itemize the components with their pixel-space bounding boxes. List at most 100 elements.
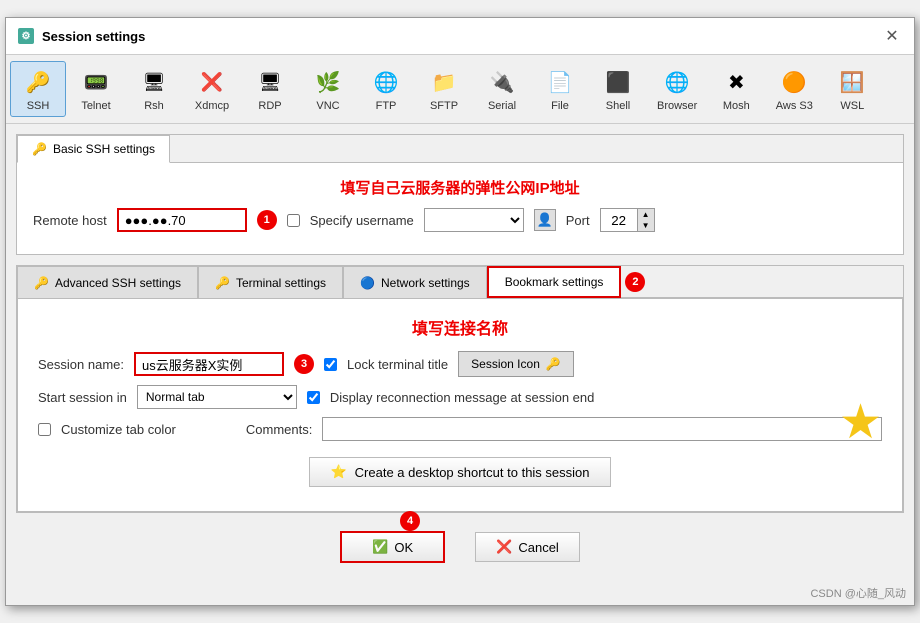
port-increment[interactable]: ▲ (638, 209, 654, 220)
sftp-label: SFTP (430, 100, 458, 112)
shell-icon: ⬛ (602, 66, 634, 98)
content-area: 🔑 Basic SSH settings 填写自己云服务器的弹性公网IP地址 R… (6, 124, 914, 581)
vnc-icon: 🌿 (312, 66, 344, 98)
toolbar-file[interactable]: 📄 File (532, 61, 588, 117)
annotation-ip: 填写自己云服务器的弹性公网IP地址 (33, 177, 887, 198)
advanced-settings-box: 🔑 Advanced SSH settings 🔑 Terminal setti… (16, 265, 904, 513)
xdmcp-label: Xdmcp (195, 100, 229, 112)
toolbar-ssh[interactable]: 🔑 SSH (10, 61, 66, 117)
advanced-ssh-tab-icon: 🔑 (34, 276, 49, 290)
cancel-label: Cancel (518, 540, 558, 555)
toolbar-ftp[interactable]: 🌐 FTP (358, 61, 414, 117)
toolbar-mosh[interactable]: ✖ Mosh (708, 61, 764, 117)
session-settings-dialog: ⚙ Session settings ✕ 🔑 SSH 📟 Telnet 🖥 Rs… (5, 17, 915, 606)
wsl-label: WSL (840, 100, 864, 112)
port-input[interactable] (600, 208, 638, 232)
customize-tab-color-checkbox[interactable] (38, 423, 51, 436)
watermark-text: CSDN @心随_风动 (810, 588, 906, 600)
specify-username-checkbox[interactable] (287, 214, 300, 227)
ok-button[interactable]: ✅ OK (340, 531, 445, 563)
rsh-label: Rsh (144, 100, 164, 112)
ok-icon: ✅ (372, 539, 388, 555)
remote-host-input[interactable] (117, 208, 247, 232)
toolbar-serial[interactable]: 🔌 Serial (474, 61, 530, 117)
shortcut-star-icon: ⭐ (330, 464, 346, 480)
tab-terminal[interactable]: 🔑 Terminal settings (198, 266, 343, 298)
display-reconnection-label: Display reconnection message at session … (330, 390, 594, 405)
badge-1: 1 (257, 210, 277, 230)
file-icon: 📄 (544, 66, 576, 98)
port-decrement[interactable]: ▼ (638, 220, 654, 231)
basic-ssh-tab-label: Basic SSH settings (53, 142, 155, 156)
toolbar: 🔑 SSH 📟 Telnet 🖥 Rsh ❌ Xdmcp 🖥 RDP 🌿 VNC… (6, 55, 914, 124)
ftp-icon: 🌐 (370, 66, 402, 98)
toolbar-aws-s3[interactable]: 🟠 Aws S3 (766, 61, 822, 117)
tab-network[interactable]: 🔵 Network settings (343, 266, 487, 298)
cancel-icon: ❌ (496, 539, 512, 555)
browser-label: Browser (657, 100, 697, 112)
vnc-label: VNC (316, 100, 339, 112)
start-session-row: Start session in Normal tab New window M… (38, 385, 882, 409)
toolbar-xdmcp[interactable]: ❌ Xdmcp (184, 61, 240, 117)
badge-2: 2 (625, 272, 645, 292)
toolbar-browser[interactable]: 🌐 Browser (648, 61, 706, 117)
ssh-label: SSH (27, 100, 50, 112)
tab-advanced-ssh[interactable]: 🔑 Advanced SSH settings (17, 266, 198, 298)
session-name-row: Session name: 3 Lock terminal title Sess… (38, 351, 882, 377)
annotation-name: 填写连接名称 (38, 315, 882, 339)
shell-label: Shell (606, 100, 630, 112)
display-reconnection-checkbox[interactable] (307, 391, 320, 404)
close-button[interactable]: ✕ (882, 26, 902, 46)
toolbar-shell[interactable]: ⬛ Shell (590, 61, 646, 117)
port-spinner-arrows: ▲ ▼ (638, 208, 655, 232)
sftp-icon: 📁 (428, 66, 460, 98)
basic-ssh-box: 🔑 Basic SSH settings 填写自己云服务器的弹性公网IP地址 R… (16, 134, 904, 255)
toolbar-rsh[interactable]: 🖥 Rsh (126, 61, 182, 117)
customize-tab-color-label: Customize tab color (61, 422, 176, 437)
tab-basic-ssh[interactable]: 🔑 Basic SSH settings (17, 135, 170, 163)
xdmcp-icon: ❌ (196, 66, 228, 98)
comments-input[interactable] (322, 417, 882, 441)
network-tab-icon: 🔵 (360, 276, 375, 290)
terminal-tab-label: Terminal settings (236, 276, 326, 290)
remote-host-label: Remote host (33, 213, 107, 228)
toolbar-telnet[interactable]: 📟 Telnet (68, 61, 124, 117)
dialog-icon: ⚙ (18, 28, 34, 44)
cancel-button[interactable]: ❌ Cancel (475, 532, 580, 562)
advanced-tabs-row: 🔑 Advanced SSH settings 🔑 Terminal setti… (17, 266, 903, 298)
port-label: Port (566, 213, 590, 228)
session-name-label: Session name: (38, 357, 124, 372)
remote-host-row: Remote host 1 Specify username 👤 Port ▲ (33, 208, 887, 232)
toolbar-sftp[interactable]: 📁 SFTP (416, 61, 472, 117)
customize-tab-color-row: Customize tab color Comments: (38, 417, 882, 441)
network-tab-label: Network settings (381, 276, 470, 290)
basic-ssh-content: 填写自己云服务器的弹性公网IP地址 Remote host 1 Specify … (17, 163, 903, 254)
bookmark-settings-content: 填写连接名称 Session name: 3 Lock terminal tit… (17, 298, 903, 512)
wsl-icon: 🪟 (836, 66, 868, 98)
lock-terminal-title-checkbox[interactable] (324, 358, 337, 371)
username-select[interactable] (424, 208, 524, 232)
specify-username-label: Specify username (310, 213, 414, 228)
ssh-icon: 🔑 (22, 66, 54, 98)
comments-label: Comments: (246, 422, 312, 437)
start-session-select[interactable]: Normal tab New window Maximized window (137, 385, 297, 409)
create-shortcut-label: Create a desktop shortcut to this sessio… (355, 465, 590, 480)
toolbar-rdp[interactable]: 🖥 RDP (242, 61, 298, 117)
toolbar-wsl[interactable]: 🪟 WSL (824, 61, 880, 117)
toolbar-vnc[interactable]: 🌿 VNC (300, 61, 356, 117)
serial-label: Serial (488, 100, 516, 112)
telnet-icon: 📟 (80, 66, 112, 98)
create-shortcut-button[interactable]: ⭐ Create a desktop shortcut to this sess… (309, 457, 610, 487)
lock-terminal-title-label: Lock terminal title (347, 357, 448, 372)
advanced-ssh-tab-label: Advanced SSH settings (55, 276, 181, 290)
session-icon-button[interactable]: Session Icon 🔑 (458, 351, 574, 377)
session-icon-btn-icon: 🔑 (546, 357, 561, 371)
watermark: CSDN @心随_风动 (6, 581, 914, 605)
basic-ssh-tab-header: 🔑 Basic SSH settings (17, 135, 903, 163)
telnet-label: Telnet (81, 100, 110, 112)
file-label: File (551, 100, 569, 112)
title-bar-left: ⚙ Session settings (18, 28, 145, 44)
session-name-input[interactable] (134, 352, 284, 376)
tab-bookmark[interactable]: Bookmark settings (487, 266, 622, 298)
user-icon[interactable]: 👤 (534, 209, 556, 231)
